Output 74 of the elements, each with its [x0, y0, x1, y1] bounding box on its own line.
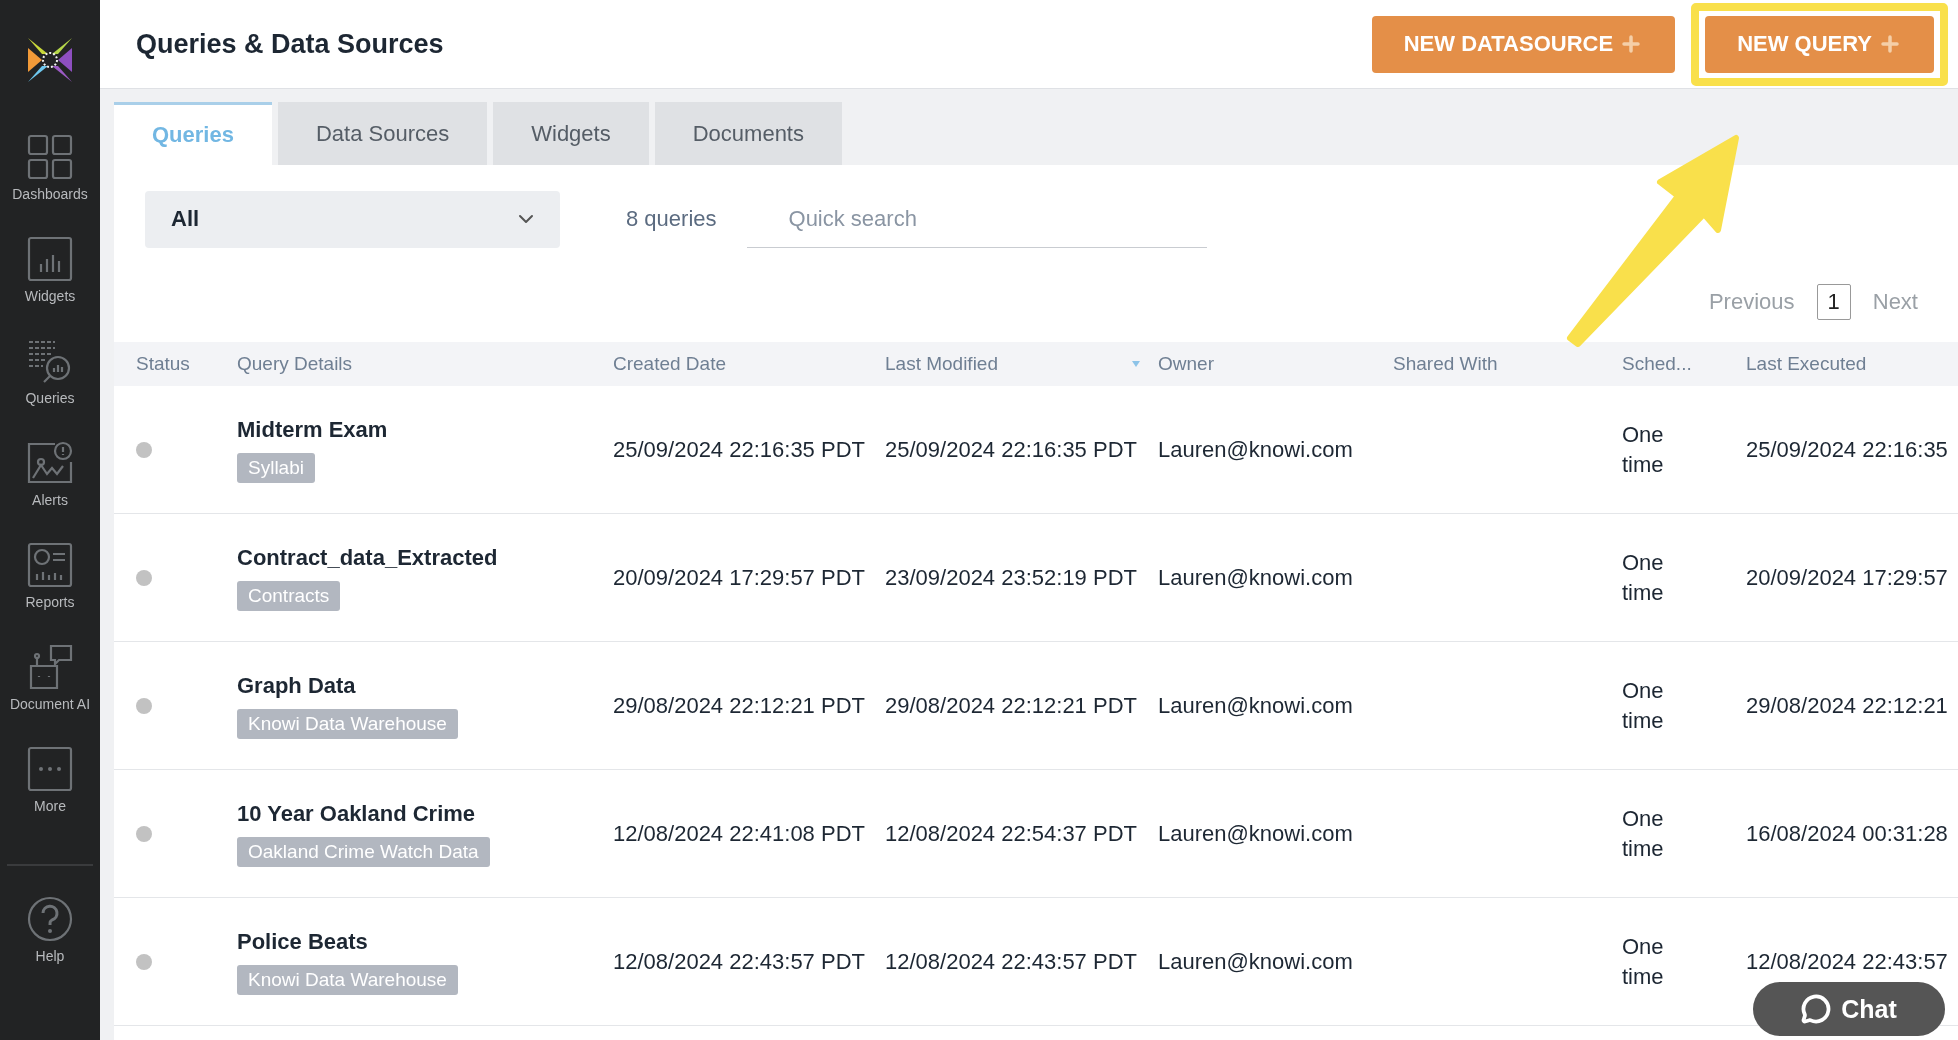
- sidebar-item[interactable]: Document AI: [9, 644, 91, 746]
- table-cell-text: Lauren@knowi.com: [1158, 820, 1354, 847]
- filter-select[interactable]: All: [145, 190, 560, 248]
- table-cell-text: One time: [1622, 548, 1665, 607]
- tab[interactable]: Widgets: [493, 102, 649, 165]
- table-cell-text: Lauren@knowi.com: [1158, 436, 1354, 463]
- sidebar-item[interactable]: More: [27, 746, 73, 848]
- table-cell-text: 25/09/2024 22:16:35 PDT: [885, 436, 1138, 463]
- table-cell-text: 12/08/2024 22:43:57 PDT: [885, 948, 1138, 975]
- sidebar-item[interactable]: Reports: [25, 542, 75, 644]
- column-header[interactable]: Owner: [1158, 353, 1214, 375]
- status-dot: [136, 953, 152, 970]
- tag: Contracts: [237, 580, 341, 611]
- table-cell-text: 25/09/2024 22:16:35: [1746, 436, 1949, 463]
- table-cell-text: Lauren@knowi.com: [1158, 692, 1354, 719]
- more-icon: [27, 746, 73, 792]
- table-cell-text: One time: [1622, 420, 1665, 479]
- robot-chat-icon: [27, 644, 73, 690]
- status-dot: [136, 825, 152, 842]
- table-cell-text: 29/08/2024 22:12:21: [1746, 692, 1949, 719]
- query-name[interactable]: Contract_data_Extracted: [237, 544, 498, 571]
- table-cell-text: 12/08/2024 22:54:37 PDT: [885, 820, 1138, 847]
- plus-icon: [1878, 32, 1902, 56]
- sidebar-item[interactable]: Help: [27, 896, 73, 998]
- alert-chart-icon: [27, 440, 73, 486]
- chat-button[interactable]: Chat: [1753, 982, 1945, 1036]
- table-cell-text: 12/08/2024 22:41:08 PDT: [613, 820, 866, 847]
- page-title: Queries & Data Sources: [136, 28, 445, 60]
- tag: Knowi Data Warehouse: [237, 708, 458, 739]
- table-cell-text: 29/08/2024 22:12:21 PDT: [885, 692, 1138, 719]
- table-cell-text: One time: [1622, 932, 1665, 991]
- tag: Knowi Data Warehouse: [237, 964, 458, 995]
- column-header[interactable]: Status: [136, 353, 190, 375]
- sidebar-item[interactable]: Queries: [25, 338, 75, 440]
- table-cell-text: 25/09/2024 22:16:35 PDT: [613, 436, 866, 463]
- tag: Syllabi: [237, 452, 315, 483]
- chat-icon: [1801, 994, 1832, 1024]
- table-cell-text: 16/08/2024 00:31:28: [1746, 820, 1949, 847]
- table-cell-text: 29/08/2024 22:12:21 PDT: [613, 692, 866, 719]
- query-name[interactable]: 10 Year Oakland Crime: [237, 800, 476, 827]
- tag: Oakland Crime Watch Data: [237, 836, 490, 867]
- table-cell-text: Lauren@knowi.com: [1158, 564, 1354, 591]
- column-header[interactable]: Created Date: [613, 353, 726, 375]
- bar-chart-icon: [27, 236, 73, 282]
- table-search-icon: [27, 338, 73, 384]
- sidebar-item[interactable]: Alerts: [27, 440, 73, 542]
- query-name[interactable]: Midterm Exam: [237, 416, 388, 443]
- status-dot: [136, 697, 152, 714]
- status-dot: [136, 441, 152, 458]
- help-icon: [27, 896, 73, 942]
- table-cell-text: 23/09/2024 23:52:19 PDT: [885, 564, 1138, 591]
- grid-icon: [27, 134, 73, 180]
- column-header[interactable]: Sched...: [1622, 353, 1692, 375]
- query-name[interactable]: Police Beats: [237, 928, 368, 955]
- page-number[interactable]: 1: [1816, 284, 1851, 320]
- query-name[interactable]: Graph Data: [237, 672, 356, 699]
- column-header[interactable]: Query Details: [237, 353, 353, 375]
- query-count: 8 queries: [626, 206, 717, 232]
- tab[interactable]: Documents: [654, 102, 842, 165]
- status-dot: [136, 569, 152, 586]
- table-cell-text: One time: [1622, 804, 1665, 863]
- table-cell-text: 20/09/2024 17:29:57: [1746, 564, 1949, 591]
- column-header[interactable]: Last Modified: [885, 353, 998, 375]
- table-cell-text: 12/08/2024 22:43:57 PDT: [613, 948, 866, 975]
- sidebar-item[interactable]: Widgets: [24, 236, 76, 338]
- column-header[interactable]: Last Executed: [1746, 353, 1867, 375]
- sidebar-item[interactable]: Dashboards: [12, 134, 88, 236]
- column-header[interactable]: Shared With: [1393, 353, 1498, 375]
- table-cell-text: 20/09/2024 17:29:57 PDT: [613, 564, 866, 591]
- table-cell-text: One time: [1622, 676, 1665, 735]
- tab[interactable]: Data Sources: [277, 102, 488, 165]
- report-icon: [27, 542, 73, 588]
- table-cell-text: Lauren@knowi.com: [1158, 948, 1354, 975]
- table-cell-text: 12/08/2024 22:43:57: [1746, 948, 1949, 975]
